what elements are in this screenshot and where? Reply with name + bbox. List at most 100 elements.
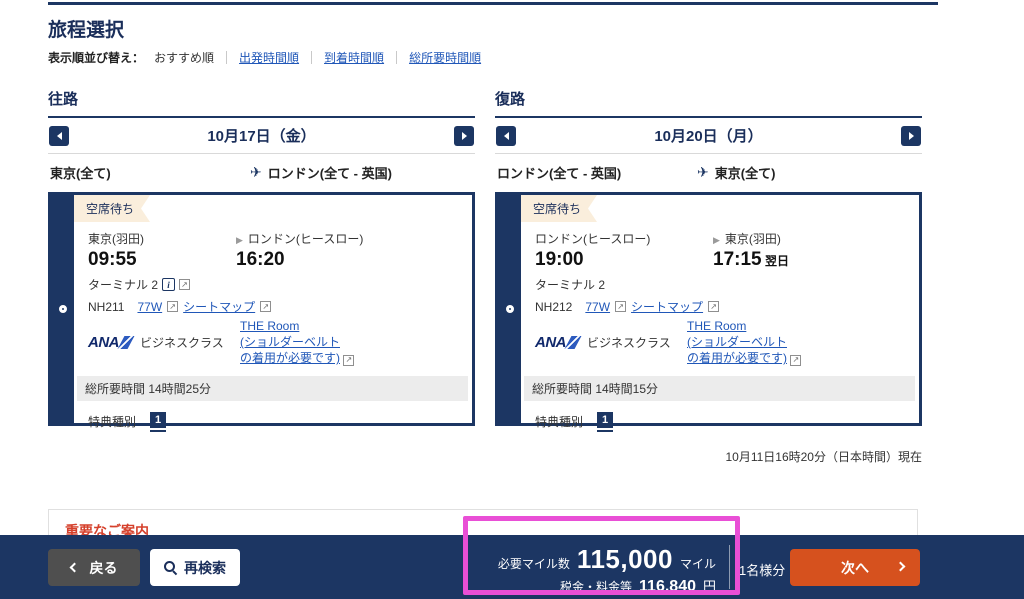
chevron-left-icon <box>69 563 79 573</box>
cabin-link-line[interactable]: (ショルダーベルト <box>240 335 340 349</box>
cabin-link-line[interactable]: の着用が必要です) <box>687 351 787 365</box>
outbound-cabin-class: ビジネスクラス <box>140 334 224 351</box>
waitlist-badge: 空席待ち <box>521 195 597 222</box>
cabin-link-line[interactable]: (ショルダーベルト <box>687 335 787 349</box>
return-seatmap-link[interactable]: シートマップ <box>631 298 703 315</box>
outbound-departure-airport: 東京(羽田) <box>88 230 236 247</box>
award-type-number: 1 <box>150 412 166 428</box>
footer-bar: 戻る 再検索 必要マイル数 115,000 マイル 税金・料金等 116,840… <box>0 535 1024 599</box>
left-arrow-icon <box>500 132 509 140</box>
outbound-flight-radio[interactable] <box>59 305 67 313</box>
outbound-heading: 往路 <box>48 88 475 118</box>
return-cabin-class: ビジネスクラス <box>587 334 671 351</box>
return-flight-card: 空席待ち ロンドン(ヒースロー) ▶東京(羽田) 19:00 17:15 翌日 <box>495 192 922 426</box>
ana-logo-text: ANA <box>535 334 566 351</box>
return-date-nav: 10月20日（月） <box>495 118 922 154</box>
return-flight-row: NH212 77W ↗ シートマップ ↗ <box>535 298 911 315</box>
return-award-type-badge[interactable]: 1 <box>597 412 613 432</box>
return-departure-time: 19:00 <box>535 249 713 271</box>
outbound-origin-label: 東京(全て) <box>50 163 250 182</box>
return-section: 復路 10月20日（月） ロンドン(全て - 英国) ✈ 東京(全て) 空席待ち <box>495 88 922 426</box>
return-terminal-row: ターミナル 2 <box>535 276 911 293</box>
outbound-prev-day-button[interactable] <box>49 126 69 146</box>
outbound-award-type-badge[interactable]: 1 <box>150 412 166 432</box>
sort-option-departure-time[interactable]: 出発時間順 <box>239 49 299 66</box>
tax-fees-value: 116,840 <box>639 578 696 596</box>
return-arrival-day-note: 翌日 <box>765 254 789 268</box>
right-arrow-icon <box>462 132 471 140</box>
return-date: 10月20日（月） <box>516 125 901 146</box>
external-link-icon[interactable]: ↗ <box>179 279 190 290</box>
outbound-award-label: 特典種別 <box>88 413 136 430</box>
return-arrival-cell: ▶東京(羽田) <box>713 230 911 247</box>
outbound-class-row: ANA ビジネスクラス THE Room (ショルダーベルト の着用が必要です)… <box>88 318 464 367</box>
return-terminal-label: ターミナル 2 <box>535 276 605 293</box>
return-next-day-button[interactable] <box>901 126 921 146</box>
terminal-info-icon[interactable]: i <box>162 278 175 291</box>
return-award-row: 特典種別 1 <box>521 412 919 432</box>
sort-option-total-duration[interactable]: 総所要時間順 <box>409 49 481 66</box>
outbound-seatmap-link[interactable]: シートマップ <box>183 298 255 315</box>
tax-fees-label: 税金・料金等 <box>560 578 632 595</box>
footer-divider <box>729 545 730 589</box>
divider <box>396 51 397 64</box>
sort-option-arrival-time[interactable]: 到着時間順 <box>324 49 384 66</box>
plane-icon: ✈ <box>697 164 709 181</box>
plane-icon: ✈ <box>250 164 262 181</box>
outbound-aircraft-link[interactable]: 77W <box>137 300 162 314</box>
data-timestamp: 10月11日16時20分（日本時間）現在 <box>725 448 922 465</box>
search-again-label: 再検索 <box>184 558 226 578</box>
sort-label: 表示順並び替え： <box>48 49 144 66</box>
cabin-link-line[interactable]: THE Room <box>687 319 746 333</box>
top-divider <box>48 2 938 5</box>
miles-unit-label: マイル <box>680 555 716 572</box>
right-arrow-icon <box>909 132 918 140</box>
outbound-arrival-cell: ▶ ロンドン(ヒースロー) <box>236 230 464 247</box>
outbound-section: 往路 10月17日（金） 東京(全て) ✈ ロンドン(全て - 英国) 空席待ち <box>48 88 475 426</box>
outbound-destination-label: ロンドン(全て - 英国) <box>268 163 392 182</box>
return-arrival-time: 17:15 <box>713 249 762 271</box>
ana-logo: ANA <box>88 334 131 351</box>
return-destination-label: 東京(全て) <box>715 163 776 182</box>
search-icon <box>164 561 177 574</box>
return-award-label: 特典種別 <box>535 413 583 430</box>
return-flight-radio[interactable] <box>506 305 514 313</box>
outbound-radio-strip <box>51 195 74 423</box>
back-button[interactable]: 戻る <box>48 549 140 586</box>
page-title: 旅程選択 <box>48 15 124 42</box>
outbound-arrival-airport: ロンドン(ヒースロー) <box>248 232 363 246</box>
external-link-icon[interactable]: ↗ <box>343 355 354 366</box>
outbound-terminal-row: ターミナル 2 i ↗ <box>88 276 464 293</box>
external-link-icon[interactable]: ↗ <box>260 301 271 312</box>
external-link-icon[interactable]: ↗ <box>790 355 801 366</box>
next-button[interactable]: 次へ <box>790 549 920 586</box>
return-origin-label: ロンドン(全て - 英国) <box>497 163 697 182</box>
ana-logo-slash-icon <box>118 336 135 349</box>
outbound-date-nav: 10月17日（金） <box>48 118 475 154</box>
return-class-row: ANA ビジネスクラス THE Room (ショルダーベルト の着用が必要です)… <box>535 318 911 367</box>
required-miles-value: 115,000 <box>577 544 673 575</box>
external-link-icon[interactable]: ↗ <box>167 301 178 312</box>
external-link-icon[interactable]: ↗ <box>615 301 626 312</box>
ana-logo-text: ANA <box>88 334 119 351</box>
outbound-route: 東京(全て) ✈ ロンドン(全て - 英国) <box>48 154 475 192</box>
external-link-icon[interactable]: ↗ <box>708 301 719 312</box>
outbound-flight-row: NH211 77W ↗ シートマップ ↗ <box>88 298 464 315</box>
return-aircraft-link[interactable]: 77W <box>585 300 610 314</box>
outbound-cabin-detail-link[interactable]: THE Room (ショルダーベルト の着用が必要です) ↗ <box>240 318 464 367</box>
sort-row: 表示順並び替え： おすすめ順 出発時間順 到着時間順 総所要時間順 <box>48 49 481 66</box>
return-cabin-detail-link[interactable]: THE Room (ショルダーベルト の着用が必要です) ↗ <box>687 318 911 367</box>
return-flight-number: NH212 <box>535 300 572 314</box>
outbound-next-day-button[interactable] <box>454 126 474 146</box>
search-again-button[interactable]: 再検索 <box>150 549 240 586</box>
return-total-duration: 総所要時間 14時間15分 <box>524 376 915 401</box>
outbound-date: 10月17日（金） <box>69 125 454 146</box>
return-prev-day-button[interactable] <box>496 126 516 146</box>
caret-icon: ▶ <box>236 235 243 245</box>
itinerary-columns: 往路 10月17日（金） 東京(全て) ✈ ロンドン(全て - 英国) 空席待ち <box>48 88 922 426</box>
outbound-card-body: 空席待ち 東京(羽田) ▶ロンドン(ヒースロー) 09:55 16:20 <box>74 195 472 423</box>
yen-unit-label: 円 <box>703 576 716 595</box>
sort-option-recommended: おすすめ順 <box>154 49 214 66</box>
cabin-link-line[interactable]: THE Room <box>240 319 299 333</box>
cabin-link-line[interactable]: の着用が必要です) <box>240 351 340 365</box>
